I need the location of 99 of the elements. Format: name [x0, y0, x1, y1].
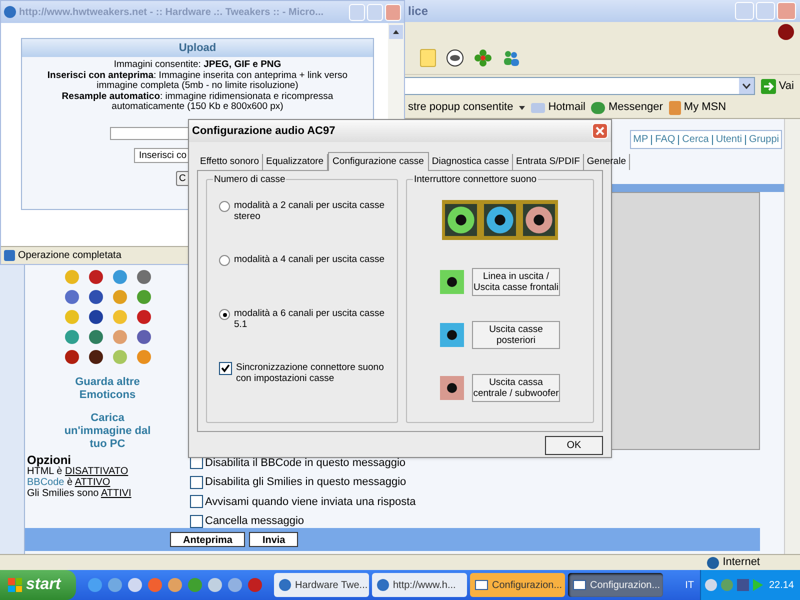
tab[interactable]: Generale — [584, 154, 630, 170]
checkbox-label: Sincronizzazione connettore suono con impostazioni casse — [236, 362, 385, 384]
language-indicator[interactable]: IT — [679, 578, 700, 592]
window-icon — [573, 580, 586, 590]
ok-button[interactable]: OK — [545, 436, 603, 455]
taskbar-button[interactable]: Configurazion... — [568, 573, 663, 597]
radio-button[interactable] — [219, 255, 230, 266]
nav-link[interactable]: MP — [633, 132, 648, 147]
checkbox[interactable] — [190, 514, 203, 528]
checkbox[interactable] — [219, 362, 232, 375]
jack-assign-button[interactable]: Linea in uscita / Uscita casse frontali — [472, 268, 560, 296]
option-line: Gli Smilies sono ATTIVI — [27, 488, 132, 499]
taskbar-button[interactable]: Configurazion... — [470, 573, 565, 597]
page-icon — [4, 250, 15, 261]
audio-jack-icon — [484, 204, 516, 236]
option-link[interactable]: DISATTIVATO — [64, 466, 128, 477]
link-icon — [531, 102, 546, 112]
eye-icon[interactable] — [446, 49, 464, 67]
tab[interactable]: Diagnostica casse — [428, 154, 514, 170]
checkbox-label: Avvisami quando viene inviata una risposta — [205, 494, 416, 510]
address-field[interactable] — [404, 77, 755, 95]
jack-assign-button[interactable]: Uscita casse posteriori — [472, 321, 560, 349]
people-icon[interactable] — [502, 49, 520, 67]
radio-label: modalità a 6 canali per uscita casse 5.1 — [234, 308, 385, 330]
audio-jack-icon — [445, 204, 478, 236]
window-icon — [475, 580, 488, 590]
info-text: Resample automatico: immagine ridimensionata e ricompressa automaticamente (150 Kb e 800x600 px) — [60, 92, 334, 112]
close-button[interactable] — [385, 4, 401, 20]
radio-label: modalità a 2 canali per uscita casse stereo — [234, 200, 385, 222]
links-bar-item[interactable]: Messenger — [591, 99, 663, 116]
radio-label: modalità a 4 canali per uscita casse — [234, 254, 384, 265]
quick-launch-icon[interactable] — [168, 578, 182, 592]
checkbox-label: Disabilita gli Smilies in questo messaggio — [205, 475, 406, 490]
nav-link[interactable]: Gruppi — [748, 132, 779, 147]
radio-button[interactable] — [219, 309, 230, 320]
quick-launch-icon[interactable] — [148, 578, 162, 592]
tray-icon[interactable] — [705, 579, 717, 591]
info-text: Immagini consentite: JPEG, GIF e PNG — [114, 60, 282, 70]
quick-launch-icon[interactable] — [248, 578, 262, 592]
quick-launch-icon[interactable] — [88, 578, 102, 592]
tab[interactable]: Configurazione casse — [328, 152, 429, 171]
quick-launch-icon[interactable] — [228, 578, 242, 592]
quick-launch-icon[interactable] — [208, 578, 222, 592]
window-title: http://www.hwtweakers.net - :: Hardware .:. Tweakers :: - Micro... — [19, 6, 324, 20]
checkbox[interactable] — [190, 476, 203, 489]
window-title: lice — [408, 3, 428, 20]
quick-launch-icon[interactable] — [188, 578, 202, 592]
clock: 22.14 — [768, 578, 795, 592]
jack-assign-button[interactable]: Uscita cassa centrale / subwoofer — [472, 374, 560, 402]
link-icon — [591, 102, 606, 114]
nav-link[interactable]: FAQ — [655, 132, 676, 147]
audio-jack-icon — [522, 204, 555, 236]
option-link[interactable]: BBCode — [27, 476, 64, 488]
options-title: Opzioni — [27, 454, 72, 466]
nav-link[interactable]: Utenti — [716, 132, 742, 147]
link-icon — [668, 100, 681, 114]
checkbox-label: Disabilita il BBCode in questo messaggio — [205, 456, 406, 471]
quick-launch-icon[interactable] — [108, 578, 122, 592]
tab[interactable]: Entrata S/PDIF — [513, 154, 584, 170]
browser-logo-icon — [778, 24, 794, 40]
status-text: Operazione completata — [18, 249, 122, 263]
close-button[interactable] — [592, 123, 608, 139]
status-zone: Internet — [722, 555, 760, 570]
option-subject: HTML — [27, 466, 54, 477]
form-button[interactable]: Anteprima — [170, 532, 246, 547]
nav-link[interactable]: Cerca — [682, 132, 709, 147]
go-button[interactable]: Vai — [758, 77, 796, 95]
arrow-icon — [760, 78, 776, 94]
scrollbar[interactable] — [784, 119, 800, 554]
flower-icon[interactable] — [474, 49, 492, 67]
emoticon-link[interactable]: Carica un'immagine dal tuo PC — [58, 412, 158, 451]
windows-logo-icon — [8, 578, 22, 592]
popup-blocker-label[interactable]: stre popup consentite — [408, 99, 514, 116]
option-line: BBCode è ATTIVO — [27, 476, 112, 488]
checkbox[interactable] — [190, 495, 203, 508]
checkbox-label: Cancella messaggio — [205, 514, 304, 530]
option-link[interactable]: ATTIVO — [74, 476, 110, 488]
quick-launch-icon[interactable] — [128, 578, 142, 592]
panel-title: Upload — [178, 40, 216, 56]
taskbar-button[interactable]: http://www.h... — [372, 573, 467, 597]
page-icon — [4, 6, 16, 18]
radio-button[interactable] — [219, 201, 230, 212]
emoticon-link[interactable]: Guarda altre Emoticons — [58, 376, 158, 402]
dropdown-arrow-icon[interactable] — [519, 106, 526, 110]
close-button[interactable] — [777, 2, 796, 20]
option-link[interactable]: ATTIVI — [100, 488, 132, 499]
form-button[interactable]: Invia — [249, 532, 298, 547]
dialog-title: Configurazione audio AC97 — [192, 124, 336, 139]
tab[interactable]: Effetto sonoro — [197, 154, 263, 170]
note-icon[interactable] — [420, 49, 436, 67]
option-line: HTML è DISATTIVATO — [27, 466, 130, 477]
option-subject: Gli Smilies — [27, 488, 74, 499]
globe-icon — [706, 556, 719, 568]
links-bar-item[interactable]: My MSN — [668, 99, 726, 116]
browser-icon — [279, 579, 291, 591]
taskbar-button[interactable]: Hardware Twe... — [274, 573, 369, 597]
info-text: Inserisci con anteprima: Immagine inserita con anteprima + link verso immagine completa (5mb - no limite risoluzione) — [46, 70, 349, 92]
links-bar-item[interactable]: Hotmail — [531, 99, 586, 116]
browser-icon — [377, 579, 389, 591]
